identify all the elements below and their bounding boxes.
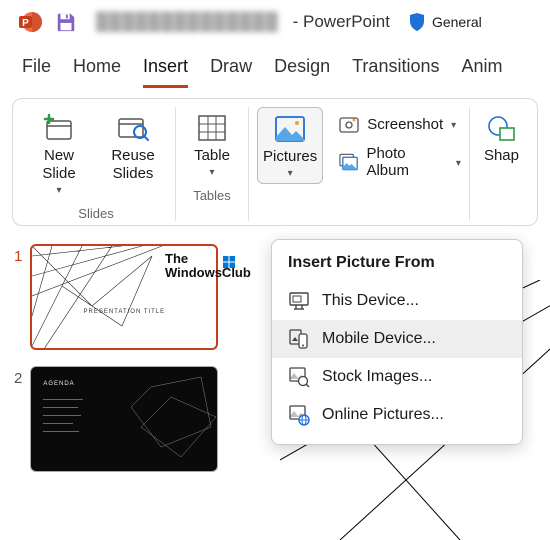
pictures-dropdown-menu: Insert Picture From This Device... Mobil… (271, 239, 523, 445)
table-label: Table (194, 147, 230, 165)
app-name: - PowerPoint (293, 12, 390, 32)
menu-item-label: Online Pictures... (322, 406, 444, 424)
menu-item-online-pictures[interactable]: Online Pictures... (272, 396, 522, 434)
pictures-icon (273, 112, 307, 146)
stock-images-icon (288, 366, 310, 388)
photo-album-button[interactable]: Photo Album ▾ (339, 143, 461, 181)
title-bar: P ██████████████ - PowerPoint General (0, 0, 550, 42)
reuse-slides-icon (116, 111, 150, 145)
group-label-slides: Slides (78, 206, 113, 221)
menu-item-mobile-device[interactable]: Mobile Device... (272, 320, 522, 358)
tab-transitions[interactable]: Transitions (352, 56, 439, 88)
group-shapes: Shap (469, 107, 533, 221)
shapes-button[interactable]: Shap (478, 107, 525, 169)
slide2-title: AGENDA (43, 381, 74, 387)
pictures-button[interactable]: Pictures ▾ (257, 107, 323, 184)
group-slides: New Slide ▾ Reuse Slides Slides (17, 107, 176, 221)
new-slide-label: New Slide (42, 147, 75, 183)
tab-animations[interactable]: Anim (461, 56, 502, 88)
slide-thumbnail-2[interactable]: AGENDA (30, 366, 218, 472)
tab-design[interactable]: Design (274, 56, 330, 88)
shapes-icon (484, 111, 518, 145)
online-pictures-icon (288, 404, 310, 426)
ribbon-tabs: File Home Insert Draw Design Transitions… (0, 42, 550, 88)
chevron-down-icon: ▾ (56, 185, 61, 196)
screenshot-button[interactable]: Screenshot ▾ (339, 113, 461, 135)
thumbnail-row[interactable]: 2 AGENDA (14, 366, 225, 472)
save-icon[interactable] (54, 10, 78, 34)
powerpoint-logo-icon: P (18, 10, 42, 34)
document-title: ██████████████ (96, 12, 279, 32)
mobile-icon (288, 328, 310, 350)
sensitivity-label[interactable]: General (408, 12, 482, 32)
table-icon (195, 111, 229, 145)
svg-text:P: P (22, 18, 29, 29)
new-slide-button[interactable]: New Slide ▾ (25, 107, 93, 200)
screenshot-icon (339, 115, 359, 133)
reuse-slides-label: Reuse Slides (111, 147, 154, 183)
menu-item-label: This Device... (322, 292, 419, 310)
tab-draw[interactable]: Draw (210, 56, 252, 88)
tab-home[interactable]: Home (73, 56, 121, 88)
slide-number: 2 (14, 370, 22, 387)
reuse-slides-button[interactable]: Reuse Slides (99, 107, 167, 187)
slide-number: 1 (14, 248, 22, 265)
watermark: TheWindowsClub (165, 252, 251, 281)
group-images: Pictures ▾ Screenshot ▾ Photo Album ▾ (249, 107, 469, 221)
menu-item-stock-images[interactable]: Stock Images... (272, 358, 522, 396)
windows-logo-icon (223, 256, 235, 268)
menu-header: Insert Picture From (272, 252, 522, 282)
chevron-down-icon: ▾ (288, 168, 293, 179)
menu-item-label: Mobile Device... (322, 330, 436, 348)
chevron-down-icon: ▾ (456, 158, 461, 169)
screenshot-label: Screenshot (367, 116, 443, 133)
slide1-title: PRESENTATION TITLE (84, 309, 166, 315)
tab-insert[interactable]: Insert (143, 56, 188, 88)
shapes-label: Shap (484, 147, 519, 165)
photo-album-icon (339, 153, 358, 171)
chevron-down-icon: ▾ (451, 120, 456, 131)
group-label-tables: Tables (193, 188, 231, 203)
monitor-icon (288, 290, 310, 312)
shield-icon (408, 12, 426, 32)
pictures-label: Pictures (263, 148, 317, 166)
menu-item-label: Stock Images... (322, 368, 432, 386)
tab-file[interactable]: File (22, 56, 51, 88)
sensitivity-text: General (432, 14, 482, 30)
ribbon: New Slide ▾ Reuse Slides Slides Table ▾ … (12, 98, 538, 226)
chevron-down-icon: ▾ (209, 167, 214, 178)
new-slide-icon (42, 111, 76, 145)
table-button[interactable]: Table ▾ (184, 107, 240, 182)
group-tables: Table ▾ Tables (176, 107, 249, 221)
photo-album-label: Photo Album (366, 145, 447, 179)
menu-item-this-device[interactable]: This Device... (272, 282, 522, 320)
